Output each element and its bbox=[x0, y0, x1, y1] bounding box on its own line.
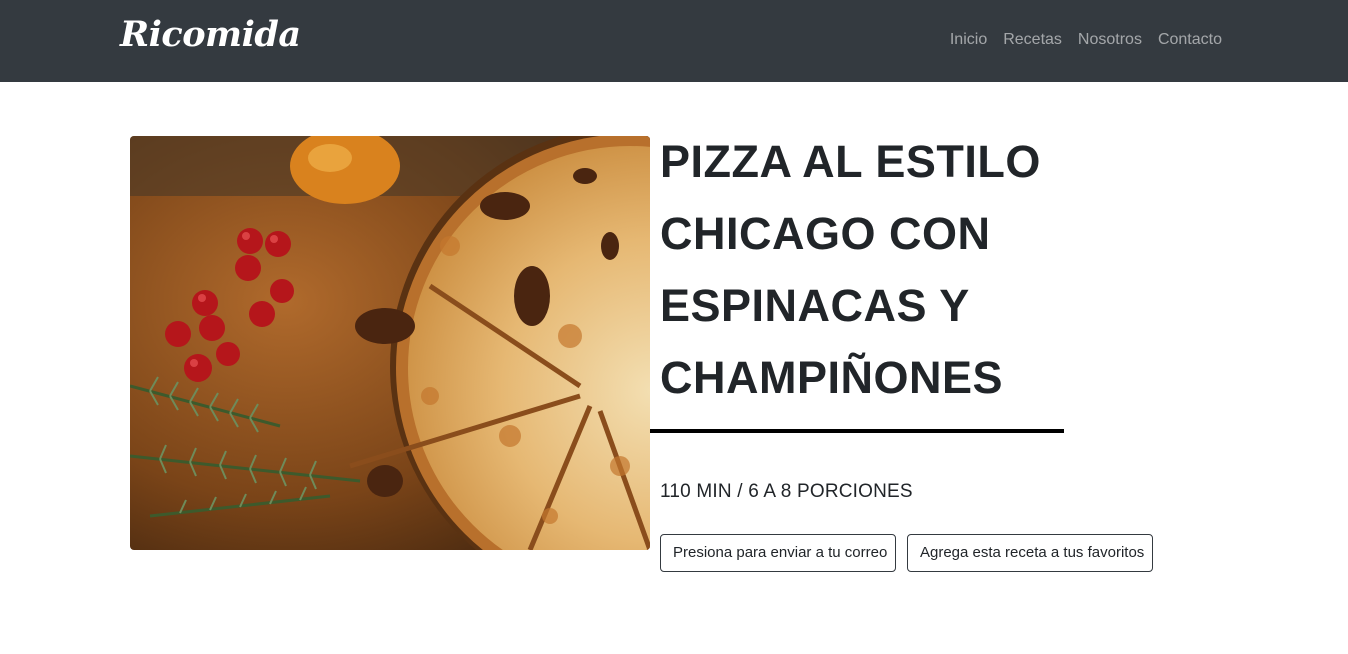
nav-link-recetas[interactable]: Recetas bbox=[1003, 31, 1062, 49]
title-divider bbox=[650, 429, 1064, 433]
nav-link-nosotros[interactable]: Nosotros bbox=[1078, 31, 1142, 49]
send-email-button[interactable]: Presiona para enviar a tu correo bbox=[660, 534, 896, 572]
recipe-title: PIZZA AL ESTILO CHICAGO CON ESPINACAS Y … bbox=[660, 136, 1041, 403]
nav-links: Inicio Recetas Nosotros Contacto bbox=[950, 31, 1222, 49]
nav-link-inicio[interactable]: Inicio bbox=[950, 31, 987, 49]
nav-link-contacto[interactable]: Contacto bbox=[1158, 31, 1222, 49]
navbar: Ricomida Inicio Recetas Nosotros Contact… bbox=[0, 0, 1348, 82]
add-favorite-button[interactable]: Agrega esta receta a tus favoritos bbox=[907, 534, 1153, 572]
recipe-meta: 110 MIN / 6 A 8 PORCIONES bbox=[660, 481, 913, 502]
pizza-photo bbox=[130, 136, 650, 550]
brand-logo[interactable]: Ricomida bbox=[120, 14, 301, 55]
